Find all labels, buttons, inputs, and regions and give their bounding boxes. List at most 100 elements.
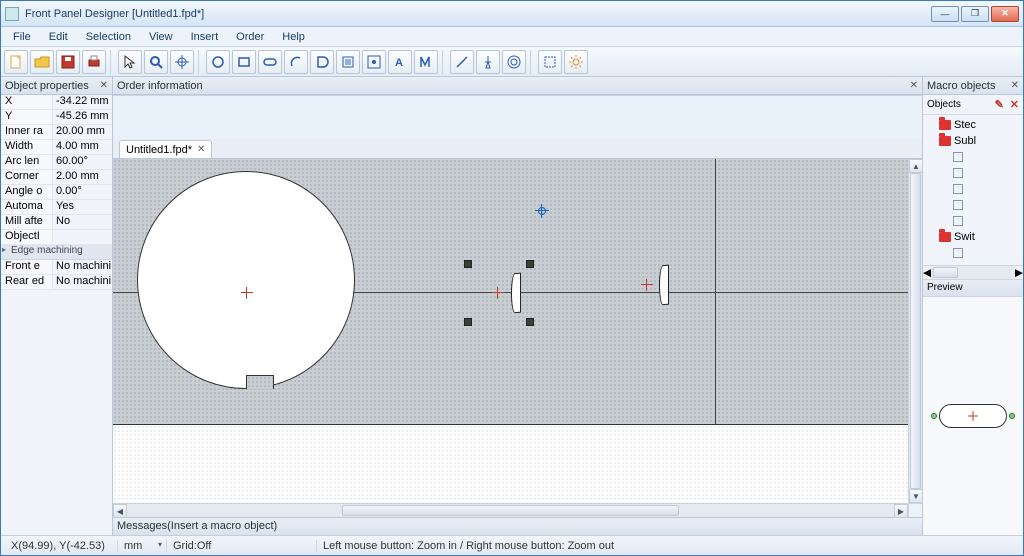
close-button[interactable]: ✕ (991, 6, 1019, 22)
origin-cross-icon (246, 287, 247, 299)
canvas-outside-area[interactable] (113, 425, 908, 503)
save-button[interactable] (56, 50, 80, 74)
menu-order[interactable]: Order (228, 29, 272, 45)
menu-file[interactable]: File (5, 29, 39, 45)
tree-item[interactable] (923, 149, 1023, 165)
open-button[interactable] (30, 50, 54, 74)
objects-label: Objects (927, 99, 961, 110)
scroll-track[interactable] (931, 266, 1014, 279)
new-button[interactable] (4, 50, 28, 74)
property-grid[interactable]: X-34.22 mm Y-45.26 mm Inner ra20.00 mm W… (1, 95, 112, 290)
messages-title: Messages(Insert a macro object) (117, 520, 277, 532)
scroll-thumb[interactable] (342, 505, 679, 516)
scroll-left-button[interactable]: ◀ (923, 266, 931, 279)
order-information-body (113, 95, 922, 96)
tree-item[interactable] (923, 165, 1023, 181)
axis-vertical (715, 159, 716, 425)
scroll-thumb[interactable] (910, 173, 921, 489)
tree-item[interactable] (923, 245, 1023, 261)
arc-tool[interactable] (284, 50, 308, 74)
status-hint: Left mouse button: Zoom in / Right mouse… (317, 540, 1019, 552)
scroll-thumb[interactable] (933, 267, 958, 278)
tree-horizontal-scrollbar[interactable]: ◀ ▶ (923, 265, 1023, 279)
origin-cross-icon (241, 292, 253, 293)
stud-tool[interactable] (476, 50, 500, 74)
disc-cutout[interactable] (137, 171, 355, 389)
panel-close-icon[interactable]: ✕ (100, 80, 108, 91)
prop-row: Width4.00 mm (1, 140, 112, 155)
macro-insert-tool[interactable] (362, 50, 386, 74)
delete-icon[interactable]: ✕ (1010, 98, 1019, 111)
scroll-track[interactable] (909, 173, 922, 489)
macro-item-icon (953, 152, 963, 162)
document-tab[interactable]: Untitled1.fpd* ✕ (119, 140, 212, 158)
origin-tool[interactable] (170, 50, 194, 74)
rect-tool[interactable] (232, 50, 256, 74)
menu-view[interactable]: View (141, 29, 181, 45)
slot-tool[interactable] (258, 50, 282, 74)
status-grid[interactable]: Grid:Off (167, 540, 317, 552)
scroll-track[interactable] (127, 504, 894, 517)
preview-viewport[interactable] (923, 297, 1023, 535)
tree-item[interactable] (923, 197, 1023, 213)
dshape-tool[interactable] (310, 50, 334, 74)
circle-tool[interactable] (206, 50, 230, 74)
vertical-scrollbar[interactable]: ▲ ▼ (908, 159, 922, 503)
scroll-down-button[interactable]: ▼ (909, 489, 923, 503)
scroll-left-button[interactable]: ◀ (113, 504, 127, 518)
menu-edit[interactable]: Edit (41, 29, 76, 45)
panel-close-icon[interactable]: ✕ (910, 80, 918, 91)
object-properties-header[interactable]: Object properties ✕ (1, 77, 112, 95)
scroll-corner (908, 503, 922, 517)
arc-slot-object[interactable] (659, 265, 669, 306)
tab-close-icon[interactable]: ✕ (197, 144, 205, 155)
macro-tree[interactable]: Stec Subl Swit (923, 115, 1023, 265)
resize-handle[interactable] (526, 318, 534, 326)
line-tool[interactable] (450, 50, 474, 74)
horizontal-scrollbar[interactable]: ◀ ▶ (113, 503, 908, 517)
scroll-right-button[interactable]: ▶ (1015, 266, 1023, 279)
order-information-header[interactable]: Order information ✕ (113, 77, 922, 95)
text-tool[interactable]: A (388, 50, 412, 74)
menu-insert[interactable]: Insert (183, 29, 227, 45)
anchor-handle-icon[interactable] (1009, 413, 1015, 419)
tree-folder[interactable]: Stec (923, 117, 1023, 133)
panel-surface[interactable] (113, 159, 908, 425)
status-unit-selector[interactable]: mm (117, 540, 167, 552)
prop-row: Corner2.00 mm (1, 170, 112, 185)
anchor-handle-icon[interactable] (931, 413, 937, 419)
tree-folder[interactable]: Subl (923, 133, 1023, 149)
edit-icon[interactable]: ✎ (995, 98, 1004, 111)
panel-close-icon[interactable]: ✕ (1011, 80, 1019, 91)
titlebar[interactable]: Front Panel Designer [Untitled1.fpd*] — … (1, 1, 1023, 27)
tree-item[interactable] (923, 213, 1023, 229)
cavity-tool[interactable] (336, 50, 360, 74)
zoom-tool[interactable] (144, 50, 168, 74)
reference-marker-icon[interactable] (535, 204, 549, 218)
minimize-button[interactable]: — (931, 6, 959, 22)
menu-help[interactable]: Help (274, 29, 313, 45)
messages-panel[interactable]: Messages(Insert a macro object) (113, 517, 922, 535)
gear-settings-tool[interactable] (564, 50, 588, 74)
tree-item[interactable] (923, 181, 1023, 197)
resize-handle[interactable] (464, 260, 472, 268)
origin-cross-icon (492, 292, 504, 293)
macro-objects-header[interactable]: Macro objects ✕ (923, 77, 1023, 95)
menu-selection[interactable]: Selection (78, 29, 139, 45)
scroll-up-button[interactable]: ▲ (909, 159, 923, 173)
engrave-tool[interactable] (414, 50, 438, 74)
select-rect-tool[interactable] (538, 50, 562, 74)
drill-tool[interactable] (502, 50, 526, 74)
pointer-tool[interactable] (118, 50, 142, 74)
tree-folder[interactable]: Swit (923, 229, 1023, 245)
resize-handle[interactable] (526, 260, 534, 268)
scroll-right-button[interactable]: ▶ (894, 504, 908, 518)
print-button[interactable] (82, 50, 106, 74)
prop-row: Inner ra20.00 mm (1, 125, 112, 140)
design-canvas[interactable] (113, 159, 908, 503)
prop-group-edge-machining[interactable]: Edge machining (1, 245, 112, 260)
app-window: Front Panel Designer [Untitled1.fpd*] — … (0, 0, 1024, 556)
resize-handle[interactable] (464, 318, 472, 326)
arc-slot-object[interactable] (511, 273, 521, 314)
maximize-button[interactable]: ❐ (961, 6, 989, 22)
